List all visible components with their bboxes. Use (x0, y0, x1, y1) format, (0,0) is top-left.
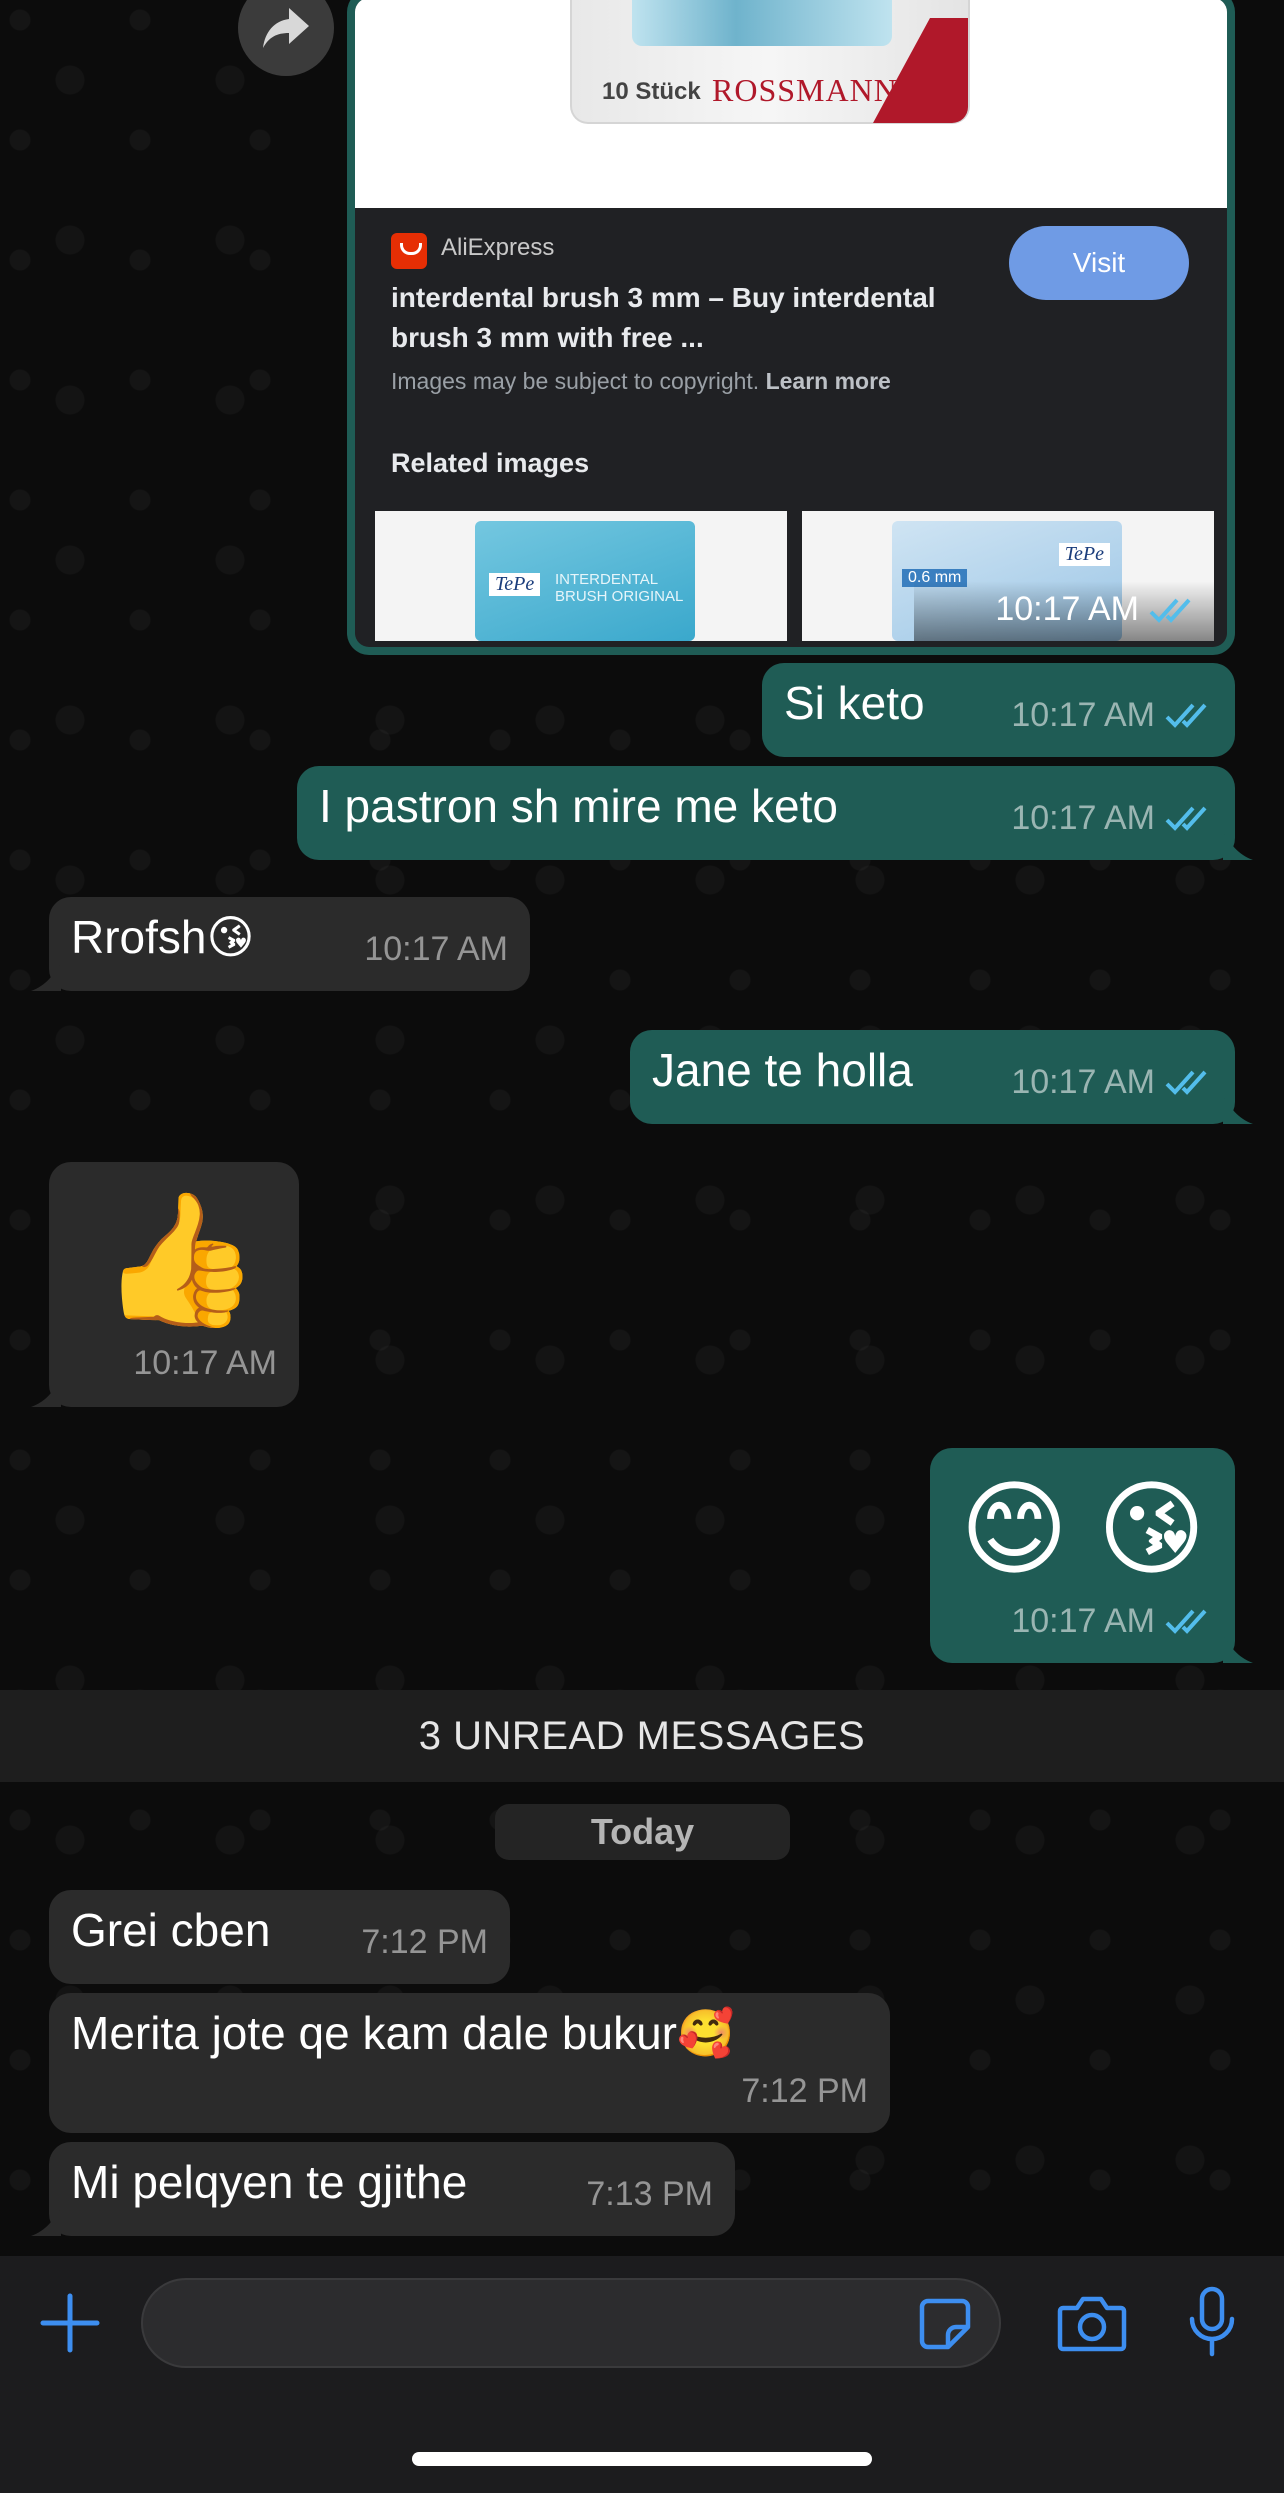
read-ticks-icon (1165, 806, 1207, 831)
message-time: 10:17 AM (364, 930, 508, 968)
message-composer (0, 2256, 1284, 2493)
camera-button[interactable] (1052, 2288, 1132, 2358)
incoming-emoji-message[interactable]: 👍 10:17 AM (31, 1162, 299, 1407)
package-brand-text: ROSSMANN (712, 72, 898, 108)
thumbnail-brand: TePe (489, 573, 541, 596)
home-indicator[interactable] (412, 2452, 872, 2466)
outgoing-message[interactable]: I pastron sh mire me keto 10:17 AM (297, 766, 1253, 860)
forward-button[interactable] (238, 0, 334, 76)
sticker-button[interactable] (915, 2296, 975, 2352)
message-meta: 7:12 PM (361, 1914, 488, 1970)
message-time: 10:17 AM (1011, 1063, 1155, 1101)
read-ticks-icon (1149, 598, 1191, 623)
package-count-text: 10 Stück (602, 78, 701, 105)
link-preview-card[interactable]: 10 Stück ROSSMANN AliExpress interdental… (355, 0, 1227, 647)
message-text: Merita jote qe kam dale bukur🥰 (71, 2007, 735, 2059)
product-package-image: 10 Stück ROSSMANN (570, 0, 970, 124)
related-images-heading: Related images (391, 448, 590, 478)
message-meta: 10:17 AM (1011, 790, 1213, 846)
visit-button[interactable]: Visit (1009, 226, 1189, 300)
copyright-text: Images may be subject to copyright. (391, 368, 760, 394)
message-meta: 10:17 AM (995, 590, 1197, 629)
link-title[interactable]: interdental brush 3 mm – Buy interdental… (391, 278, 991, 358)
message-text: Jane te holla (652, 1044, 913, 1096)
message-meta: 10:17 AM (133, 1335, 277, 1391)
thumbnail-caption: INTERDENTAL BRUSH ORIGINAL (555, 571, 684, 605)
bubble-tail (1223, 1096, 1253, 1124)
message-time: 7:12 PM (361, 1923, 488, 1961)
incoming-message[interactable]: Mi pelqyen te gjithe 7:13 PM (31, 2142, 735, 2236)
message-meta: 7:12 PM (741, 2063, 868, 2119)
message-meta: 10:17 AM (1011, 1054, 1213, 1110)
bubble-tail (31, 963, 61, 991)
link-preview-message[interactable]: 10 Stück ROSSMANN AliExpress interdental… (347, 0, 1235, 655)
message-meta: 10:17 AM (364, 921, 508, 977)
thumbnail-brand: TePe (1058, 543, 1110, 566)
thumbs-up-emoji: 👍 (99, 1186, 261, 1332)
message-time: 10:17 AM (133, 1344, 277, 1382)
attach-button[interactable] (30, 2288, 110, 2358)
product-image[interactable]: 10 Stück ROSSMANN (355, 0, 1227, 208)
message-text: Si keto (784, 677, 925, 729)
message-meta: 10:17 AM (1011, 1593, 1213, 1649)
message-time: 7:13 PM (586, 2175, 713, 2213)
camera-icon (1057, 2296, 1127, 2352)
message-time: 10:17 AM (995, 590, 1139, 628)
brush-strip (632, 0, 892, 46)
message-time: 10:17 AM (1011, 799, 1155, 837)
sticker-icon (919, 2298, 971, 2350)
message-time: 7:12 PM (741, 2072, 868, 2110)
smile-kiss-emoji: 😊 😘 (960, 1472, 1206, 1588)
bubble-tail (31, 2208, 61, 2236)
link-source: AliExpress (441, 234, 555, 261)
read-ticks-icon (1165, 1070, 1207, 1095)
forward-icon (263, 8, 309, 48)
thumbnail-package: TePe INTERDENTAL BRUSH ORIGINAL (475, 521, 695, 641)
message-text: Rrofsh😘 (71, 911, 255, 963)
read-ticks-icon (1165, 703, 1207, 728)
message-text: I pastron sh mire me keto (319, 780, 838, 832)
message-meta: 10:17 AM (1011, 687, 1213, 743)
learn-more-link[interactable]: Learn more (766, 368, 891, 394)
plus-icon (40, 2293, 100, 2353)
unread-messages-banner: 3 UNREAD MESSAGES (0, 1690, 1284, 1782)
message-time: 10:17 AM (1011, 696, 1155, 734)
bubble-tail (1223, 832, 1253, 860)
incoming-message[interactable]: Merita jote qe kam dale bukur🥰 7:12 PM (49, 1993, 890, 2133)
copyright-notice: Images may be subject to copyright. Lear… (391, 368, 891, 395)
message-text: Grei cben (71, 1904, 271, 1956)
outgoing-message[interactable]: Jane te holla 10:17 AM (630, 1030, 1253, 1124)
message-time: 10:17 AM (1011, 1602, 1155, 1640)
related-image-thumbnail[interactable]: TePe INTERDENTAL BRUSH ORIGINAL (375, 511, 787, 641)
message-input[interactable] (141, 2278, 1001, 2368)
message-text: Mi pelqyen te gjithe (71, 2156, 468, 2208)
aliexpress-icon (391, 233, 427, 269)
voice-message-button[interactable] (1172, 2282, 1252, 2362)
incoming-message[interactable]: Rrofsh😘 10:17 AM (31, 897, 530, 991)
bubble-tail (31, 1379, 61, 1407)
microphone-icon (1189, 2286, 1235, 2357)
outgoing-emoji-message[interactable]: 😊 😘 10:17 AM (930, 1448, 1253, 1663)
date-chip: Today (495, 1804, 790, 1860)
incoming-message[interactable]: Grei cben 7:12 PM (49, 1890, 510, 1984)
bubble-tail (1223, 1635, 1253, 1663)
chat-background: 10 Stück ROSSMANN AliExpress interdental… (0, 0, 1284, 2256)
message-meta: 7:13 PM (586, 2166, 713, 2222)
read-ticks-icon (1165, 1609, 1207, 1634)
outgoing-message[interactable]: Si keto 10:17 AM (762, 663, 1235, 757)
